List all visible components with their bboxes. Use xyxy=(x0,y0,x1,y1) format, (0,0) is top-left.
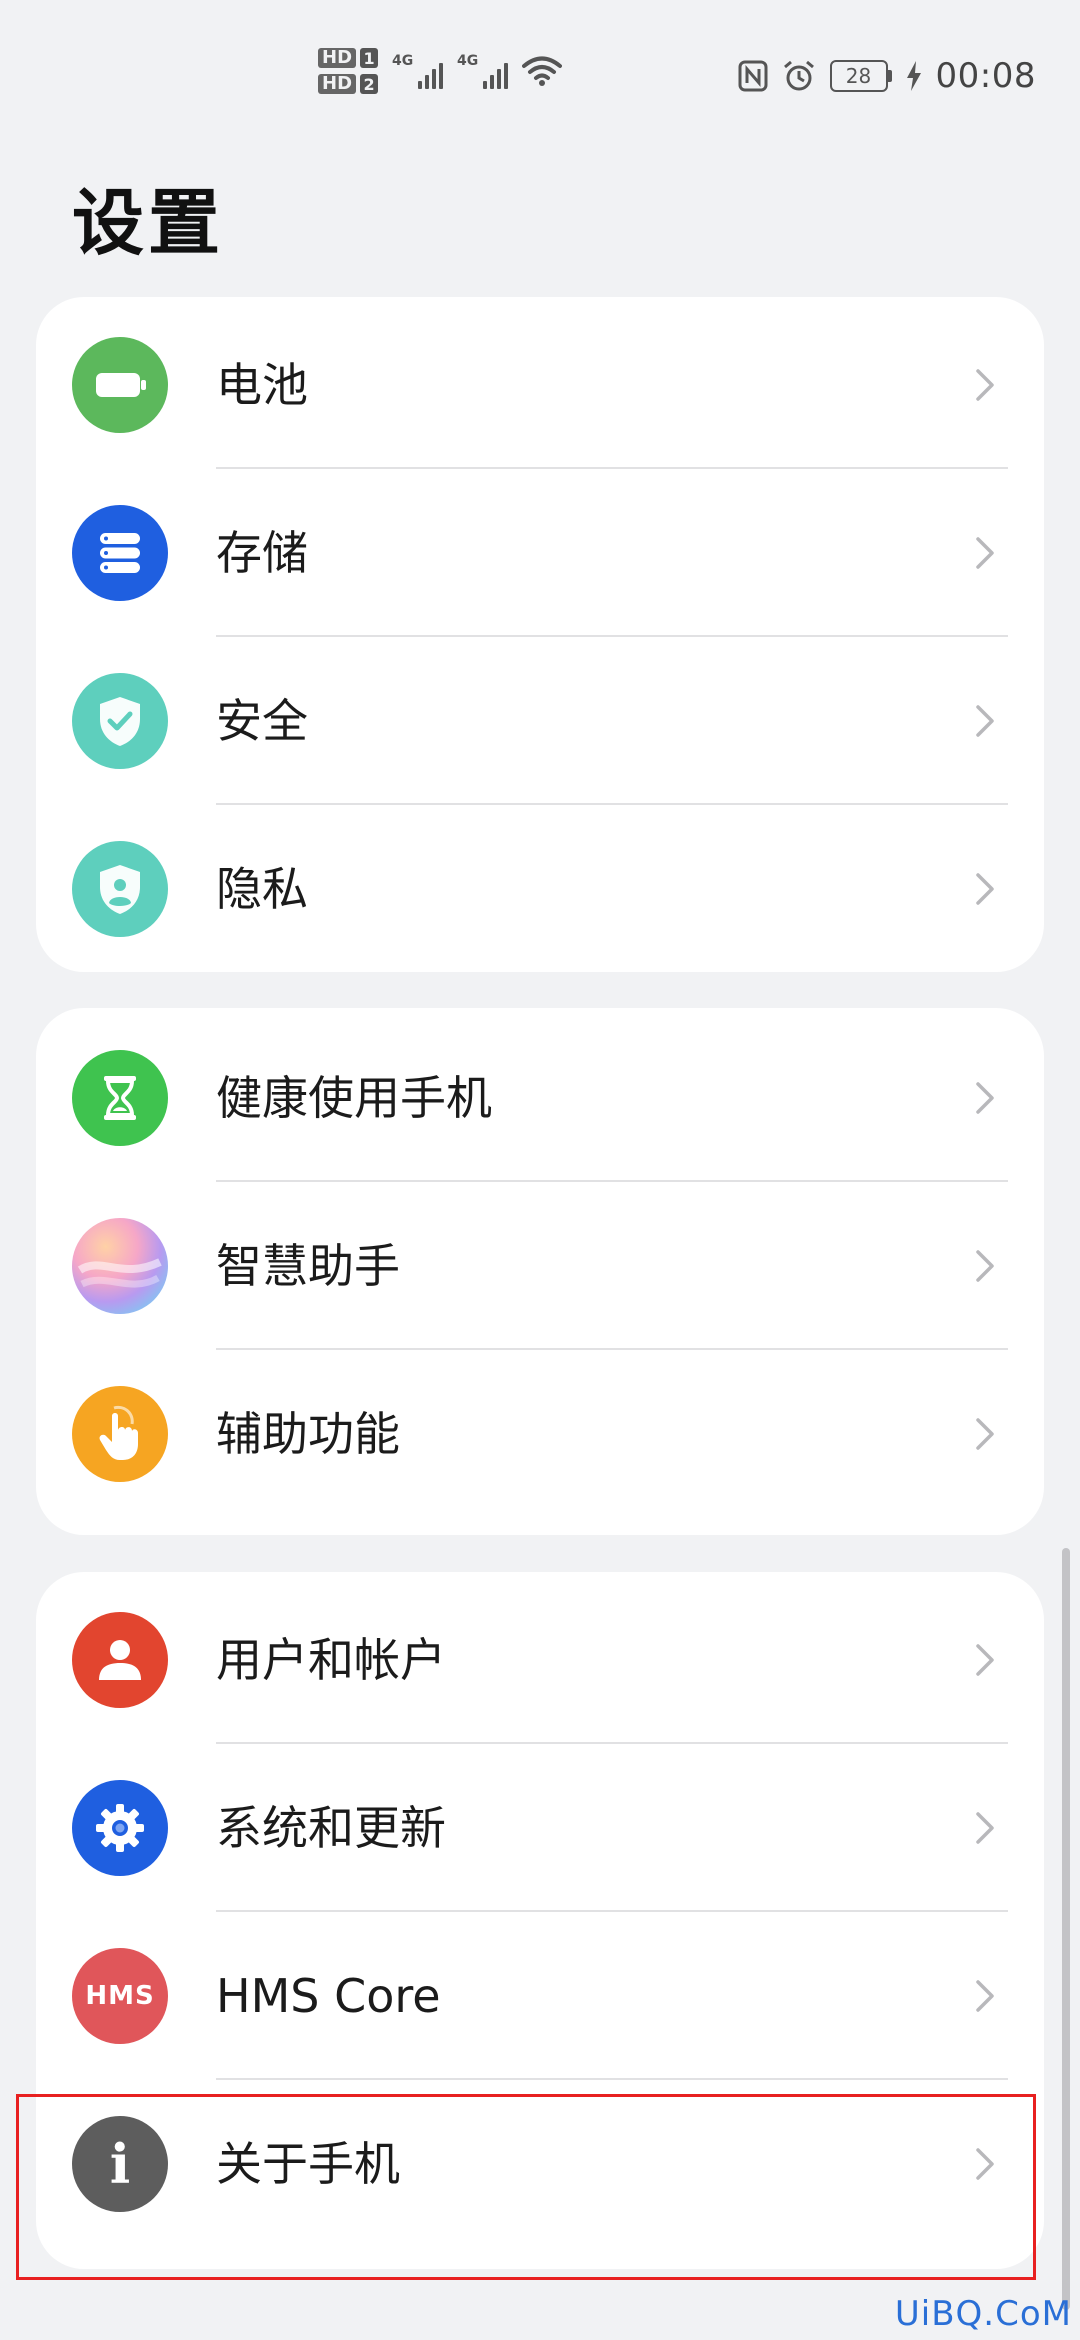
chevron-right-icon xyxy=(976,1644,994,1676)
hms-icon: HMS xyxy=(72,1948,168,2044)
gear-icon xyxy=(72,1780,168,1876)
battery-indicator: 28 xyxy=(829,60,892,92)
item-label: 安全 xyxy=(216,694,308,748)
settings-item-security[interactable]: 安全 xyxy=(36,637,1044,805)
settings-item-system-update[interactable]: 系统和更新 xyxy=(36,1744,1044,1912)
watermark: UiBQ.CoM xyxy=(894,2294,1072,2334)
hourglass-icon xyxy=(72,1050,168,1146)
settings-item-users-accounts[interactable]: 用户和帐户 xyxy=(36,1576,1044,1744)
settings-group-1: 电池 存储 安全 隐私 xyxy=(36,297,1044,972)
item-label: HMS Core xyxy=(216,1969,441,2023)
network-type-2: 4G xyxy=(457,53,479,69)
sim2-label: 2 xyxy=(360,74,379,94)
item-label: 健康使用手机 xyxy=(216,1071,492,1125)
hd-label-2: HD xyxy=(318,74,357,94)
chevron-right-icon xyxy=(976,1418,994,1450)
user-icon xyxy=(72,1612,168,1708)
alarm-icon xyxy=(783,60,814,91)
touch-hand-icon xyxy=(72,1386,168,1482)
network-type-1: 4G xyxy=(392,53,414,69)
page-title: 设置 xyxy=(72,181,225,265)
item-label: 智慧助手 xyxy=(216,1239,400,1293)
status-time: 00:08 xyxy=(935,56,1036,96)
charging-bolt-icon xyxy=(906,61,921,91)
chevron-right-icon xyxy=(976,705,994,737)
battery-icon xyxy=(72,337,168,433)
item-label: 电池 xyxy=(216,358,308,412)
settings-group-2: 健康使用手机 智慧助手 辅助功能 xyxy=(36,1008,1044,1535)
settings-item-assistant[interactable]: 智慧助手 xyxy=(36,1182,1044,1350)
signal-sim2-icon: 4G xyxy=(457,53,509,89)
settings-item-privacy[interactable]: 隐私 xyxy=(36,805,1044,972)
wifi-icon xyxy=(522,56,563,86)
chevron-right-icon xyxy=(976,537,994,569)
item-label: 用户和帐户 xyxy=(216,1633,446,1687)
settings-item-hms-core[interactable]: HMS HMS Core xyxy=(36,1912,1044,2080)
settings-item-accessibility[interactable]: 辅助功能 xyxy=(36,1350,1044,1518)
status-bar: HD 1 HD 2 4G 4G 28 00:08 xyxy=(0,0,1080,150)
nfc-icon xyxy=(738,60,768,92)
item-label: 辅助功能 xyxy=(216,1407,400,1461)
settings-item-digital-balance[interactable]: 健康使用手机 xyxy=(36,1014,1044,1182)
sim1-label: 1 xyxy=(360,48,379,68)
chevron-right-icon xyxy=(976,369,994,401)
chevron-right-icon xyxy=(976,1980,994,2012)
item-label: 隐私 xyxy=(216,862,308,916)
assistant-gradient-icon xyxy=(72,1218,168,1314)
settings-item-battery[interactable]: 电池 xyxy=(36,301,1044,469)
status-bar-left: HD 1 HD 2 4G 4G xyxy=(318,48,563,94)
item-label: 系统和更新 xyxy=(216,1801,446,1855)
hms-icon-text: HMS xyxy=(85,1981,155,2011)
hd-voice-indicator: HD 1 HD 2 xyxy=(318,48,379,94)
chevron-right-icon xyxy=(976,1082,994,1114)
hd-label-1: HD xyxy=(318,48,357,68)
chevron-right-icon xyxy=(976,873,994,905)
settings-item-storage[interactable]: 存储 xyxy=(36,469,1044,637)
highlight-box xyxy=(16,2094,1036,2280)
battery-level: 28 xyxy=(845,64,872,88)
scrollbar[interactable] xyxy=(1062,1548,1070,2310)
privacy-shield-icon xyxy=(72,841,168,937)
signal-sim1-icon: 4G xyxy=(392,53,444,89)
chevron-right-icon xyxy=(976,1812,994,1844)
storage-icon xyxy=(72,505,168,601)
item-label: 存储 xyxy=(216,526,308,580)
chevron-right-icon xyxy=(976,1250,994,1282)
status-bar-right: 28 00:08 xyxy=(738,56,1036,96)
security-shield-icon xyxy=(72,673,168,769)
